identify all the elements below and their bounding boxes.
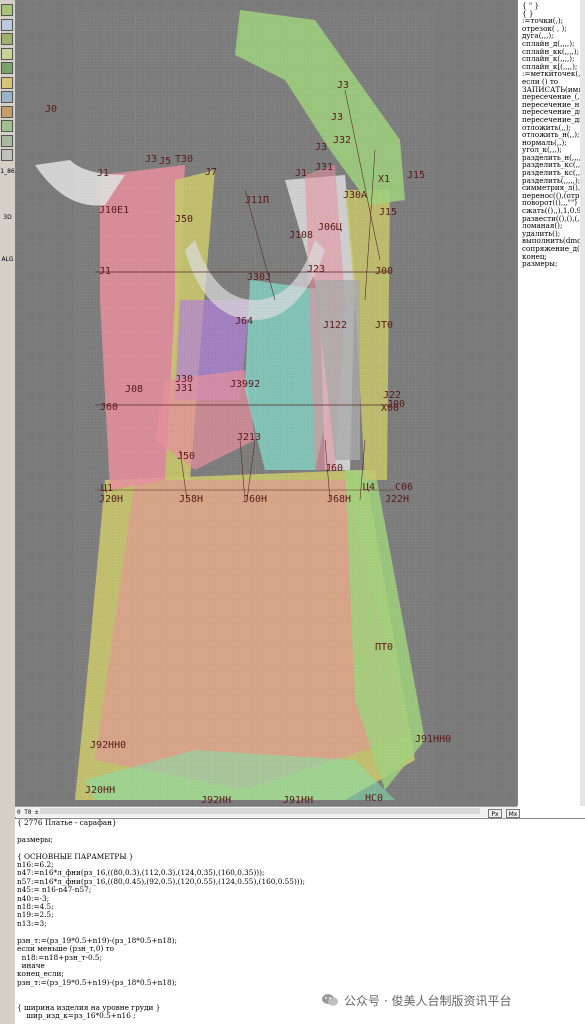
dart-icon[interactable] bbox=[1, 120, 13, 132]
point-label-t30: T30 bbox=[175, 154, 193, 165]
code-line[interactable]: n45:= n16-n47-n57; bbox=[17, 885, 305, 894]
point-label-jt0: JT0 bbox=[375, 320, 393, 331]
measure-icon[interactable] bbox=[1, 76, 13, 89]
pattern-drawing[interactable]: J0 J3 J10E1 J5 T30 J7 J11Π J108 J06Ц J23 J30J J64 J1… bbox=[15, 0, 517, 806]
code-line[interactable]: n40:=-3; bbox=[17, 894, 305, 903]
scissors-icon[interactable] bbox=[1, 62, 13, 74]
point-label-j3: J3 bbox=[145, 154, 157, 165]
script-text[interactable]: { 2776 Платье - сарафан} размеры; { ОСНО… bbox=[17, 819, 305, 1021]
point-label-j30j: J30J bbox=[247, 272, 271, 283]
magnet-icon[interactable] bbox=[1, 105, 13, 118]
px-button[interactable]: Px bbox=[488, 809, 502, 818]
point-label-c1: Ц1 bbox=[101, 483, 113, 494]
point-label-j08: J08 bbox=[125, 384, 143, 395]
point-label-j10e1: J10E1 bbox=[99, 205, 129, 216]
code-line[interactable]: n18:=n18+рзн_т-0.5; bbox=[17, 953, 305, 962]
pencil-icon[interactable] bbox=[1, 4, 13, 16]
point-label-j68h: J68H bbox=[327, 494, 351, 505]
line-icon[interactable] bbox=[1, 47, 13, 60]
point-label-j60h: J60H bbox=[243, 494, 267, 505]
point-label-j91hh: J91HH bbox=[283, 795, 313, 806]
command-scrollbar[interactable] bbox=[580, 0, 585, 806]
point-label-j50: J50 bbox=[175, 214, 193, 225]
point-label-j3c: J3 bbox=[331, 112, 343, 123]
pattern-canvas[interactable]: J0 J3 J10E1 J5 T30 J7 J11Π J108 J06Ц J23 J30J J64 J1… bbox=[15, 0, 517, 806]
command-panel: { " }{ }:=точки(,); отрезок( , ); дуга(,,,… bbox=[517, 0, 585, 806]
point-label-j22h: J22H bbox=[385, 494, 409, 505]
point-label-j11p: J11Π bbox=[245, 195, 269, 206]
point-label-j30a: J30A bbox=[343, 190, 367, 201]
point-label-j64: J64 bbox=[235, 316, 253, 327]
point-label-j3b: J3 bbox=[337, 80, 349, 91]
point-label-j108: J108 bbox=[289, 230, 313, 241]
point-label-j20hh: J20HH bbox=[85, 785, 115, 796]
point-label-j3d: J3 bbox=[315, 142, 327, 153]
point-label-j213: J213 bbox=[237, 432, 261, 443]
code-line[interactable]: n13:=3; bbox=[17, 919, 305, 928]
point-label-j1: J1 bbox=[97, 168, 109, 179]
point-label-j15: J15 bbox=[379, 207, 397, 218]
code-line[interactable]: n19:=2.5; bbox=[17, 911, 305, 920]
command-list: { " }{ }:=точки(,); отрезок( , ); дуга(,,,… bbox=[522, 2, 582, 268]
mirror-icon[interactable] bbox=[1, 91, 13, 103]
tool-label-l3[interactable]: ALG bbox=[0, 256, 15, 263]
mx-button[interactable]: Mx bbox=[506, 809, 520, 818]
point-label-j1c: J1 bbox=[295, 168, 307, 179]
point-label-j22: J22 bbox=[383, 390, 401, 401]
point-label-j00: J00 bbox=[375, 266, 393, 277]
code-line[interactable]: { ОСНОВНЫЕ ПАРАМЕТРЫ } bbox=[17, 852, 305, 861]
point-label-j5: J5 bbox=[159, 156, 171, 167]
wechat-icon bbox=[322, 993, 338, 1007]
code-line[interactable]: шир_изд_к=рз_16*0.5+n16 ; bbox=[17, 1011, 305, 1020]
command-item[interactable]: размеры; bbox=[522, 260, 582, 268]
code-line[interactable] bbox=[17, 987, 305, 995]
point-label-j60b: J60 bbox=[325, 463, 343, 474]
point-label-x1: X1 bbox=[378, 174, 390, 185]
code-line[interactable] bbox=[17, 827, 305, 835]
tool-label-l2[interactable]: 3D bbox=[0, 214, 15, 221]
point-label-j50b: J50 bbox=[177, 451, 195, 462]
point-label-j58h: J58H bbox=[179, 494, 203, 505]
rotate-icon[interactable] bbox=[1, 134, 13, 147]
point-label-j06c: J06Ц bbox=[318, 222, 342, 233]
code-line[interactable]: рзн_т:=(рз_19*0.5+n19)-(рз_18*0.5+n18); bbox=[17, 978, 305, 987]
point-label-j92hh0: J92HH0 bbox=[90, 740, 126, 751]
tool-label-l1[interactable]: 1_86 bbox=[0, 168, 15, 175]
point-label-j32: J32 bbox=[333, 135, 351, 146]
point-label-hc0: HC0 bbox=[365, 793, 383, 804]
point-label-pt0: ΠT0 bbox=[375, 642, 393, 653]
point-label-j31b: J31 bbox=[315, 162, 333, 173]
canvas-hscrollbar[interactable] bbox=[40, 808, 480, 814]
tool-palette: 1_86 3D ALG bbox=[0, 0, 16, 1024]
point-label-j1b: J1 bbox=[99, 266, 111, 277]
text-g-icon[interactable] bbox=[1, 149, 13, 161]
point-label-j15b: J15 bbox=[407, 170, 425, 181]
point-label-j7: J7 bbox=[205, 167, 217, 178]
code-line[interactable]: { 2776 Платье - сарафан} bbox=[17, 819, 305, 827]
point-label-j60: J60 bbox=[100, 402, 118, 413]
grid-icon[interactable] bbox=[1, 33, 13, 45]
point-label-c06: C06 bbox=[395, 482, 413, 493]
point-label-j91hh0: J91HH0 bbox=[415, 734, 451, 745]
point-label-c4: Ц4 bbox=[363, 482, 375, 493]
code-line[interactable]: n18:=4.5; bbox=[17, 902, 305, 911]
point-label-x00: X00 bbox=[381, 403, 399, 414]
watermark-text: 公众号 · 俊美人台制版资讯平台 bbox=[344, 993, 512, 1008]
curve-icon[interactable] bbox=[1, 18, 13, 31]
point-label-j92hh: J92HH bbox=[201, 795, 231, 806]
point-label-j23: J23 bbox=[307, 264, 325, 275]
point-label-j0: J0 bbox=[45, 104, 57, 115]
point-label-j20h: J20H bbox=[99, 494, 123, 505]
code-line[interactable]: размеры; bbox=[17, 835, 305, 844]
point-label-j3992: J3992 bbox=[230, 379, 260, 390]
point-label-j30: J30 bbox=[175, 374, 193, 385]
wechat-watermark: 公众号 · 俊美人台制版资讯平台 bbox=[318, 988, 516, 1012]
point-label-j122: J122 bbox=[323, 320, 347, 331]
